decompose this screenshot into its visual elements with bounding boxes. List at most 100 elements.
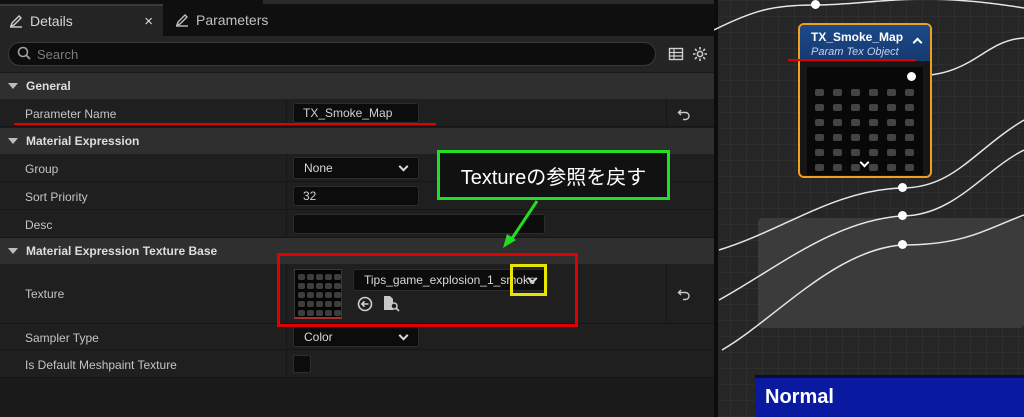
parameter-name-label: Parameter Name [25,107,117,121]
close-tab-icon[interactable]: × [144,13,153,30]
flipbook-frame [815,164,824,171]
reset-to-default-icon[interactable] [677,107,691,121]
sort-priority-label: Sort Priority [25,190,88,204]
graph-pin[interactable] [898,240,907,249]
category-general[interactable]: General [0,73,714,99]
group-label: Group [25,162,59,176]
flipbook-frame [887,164,896,171]
flipbook-frame [887,104,896,111]
chevron-up-icon[interactable] [912,37,923,48]
node-header: TX_Smoke_Map Param Tex Object [800,25,930,61]
annotation-arrow-icon [503,200,539,248]
flipbook-frame [905,164,914,171]
details-panel: Details × Parameters General Parameter N [0,0,714,417]
pencil-icon [174,12,190,28]
flipbook-frame [833,149,842,156]
flipbook-frame [851,104,860,111]
node-subtitle: Param Tex Object [811,46,899,58]
annotation-yellow-box [510,264,547,296]
flipbook-frame [869,119,878,126]
desc-label: Desc [25,218,53,232]
flipbook-frame [815,89,824,96]
property-matrix-icon[interactable] [668,46,684,62]
is-default-meshpaint-checkbox[interactable] [293,355,311,373]
panel-empty-area [0,378,714,417]
flipbook-frame [833,134,842,141]
node-title: TX_Smoke_Map [811,30,904,44]
column-divider [666,264,667,323]
column-divider [286,154,287,181]
details-toolbar [0,36,714,72]
column-divider [286,99,287,126]
flipbook-frame [833,89,842,96]
flipbook-frame [905,119,914,126]
column-divider [666,99,667,126]
flipbook-frame [869,89,878,96]
group-value: None [304,161,333,175]
flipbook-frame [869,104,878,111]
annotation-underline [14,123,436,125]
flipbook-frame [869,164,878,171]
search-icon [17,46,31,63]
sort-priority-field[interactable]: 32 [293,186,419,206]
tab-bar: Details × Parameters [0,0,714,36]
flipbook-frame [869,134,878,141]
node-output-pin[interactable] [907,72,916,81]
flipbook-frame [815,134,824,141]
chevron-down-icon [398,330,409,341]
tab-details-label: Details [30,13,73,29]
flipbook-frame [833,119,842,126]
flipbook-frame [851,149,860,156]
flipbook-frame [815,149,824,156]
group-dropdown[interactable]: None [293,157,419,179]
property-row-desc: Desc [0,210,714,238]
annotation-underline [788,59,916,61]
sampler-type-label: Sampler Type [25,331,99,345]
flipbook-frame [851,164,860,171]
column-divider [286,324,287,349]
column-divider [286,350,287,377]
tab-parameters-label: Parameters [196,12,269,28]
texture-object-node[interactable]: TX_Smoke_Map Param Tex Object [798,23,932,178]
search-box[interactable] [8,42,656,66]
reset-to-default-icon[interactable] [677,287,691,301]
sampler-type-value: Color [304,329,333,344]
tab-details[interactable]: Details × [0,4,163,36]
property-row-sampler-type: Sampler Type Color [0,324,714,350]
flipbook-frame [905,104,914,111]
collapse-arrow-icon[interactable] [8,83,18,89]
tab-parameters[interactable]: Parameters [170,4,370,36]
graph-pin[interactable] [898,183,907,192]
category-material-expression-label: Material Expression [26,134,140,148]
annotation-callout: Textureの参照を戻す [437,150,670,200]
graph-pin[interactable] [898,211,907,220]
flipbook-frame [905,134,914,141]
flipbook-frame [833,164,842,171]
column-divider [286,182,287,209]
flipbook-frame [851,119,860,126]
sampler-type-dropdown[interactable]: Color [293,326,419,347]
search-input[interactable] [37,46,597,62]
flipbook-frame [851,134,860,141]
category-texture-base-label: Material Expression Texture Base [26,244,218,258]
flipbook-frame [905,89,914,96]
flipbook-frame [815,119,824,126]
property-row-meshpaint: Is Default Meshpaint Texture [0,350,714,378]
collapse-arrow-icon[interactable] [8,138,18,144]
collapse-arrow-icon[interactable] [8,248,18,254]
graph-pin[interactable] [811,0,820,9]
flipbook-frame [905,149,914,156]
flipbook-frame [887,149,896,156]
normal-input-label: Normal [755,375,1024,417]
chevron-down-icon [398,161,409,172]
category-general-label: General [26,79,71,93]
flipbook-frame [887,89,896,96]
flipbook-frame [887,134,896,141]
is-default-meshpaint-label: Is Default Meshpaint Texture [25,358,177,372]
texture-label: Texture [25,287,65,301]
parameter-name-field[interactable]: TX_Smoke_Map [293,103,419,123]
flipbook-frame [887,119,896,126]
column-divider [286,210,287,237]
gear-icon[interactable] [692,46,708,62]
flipbook-frame [815,104,824,111]
